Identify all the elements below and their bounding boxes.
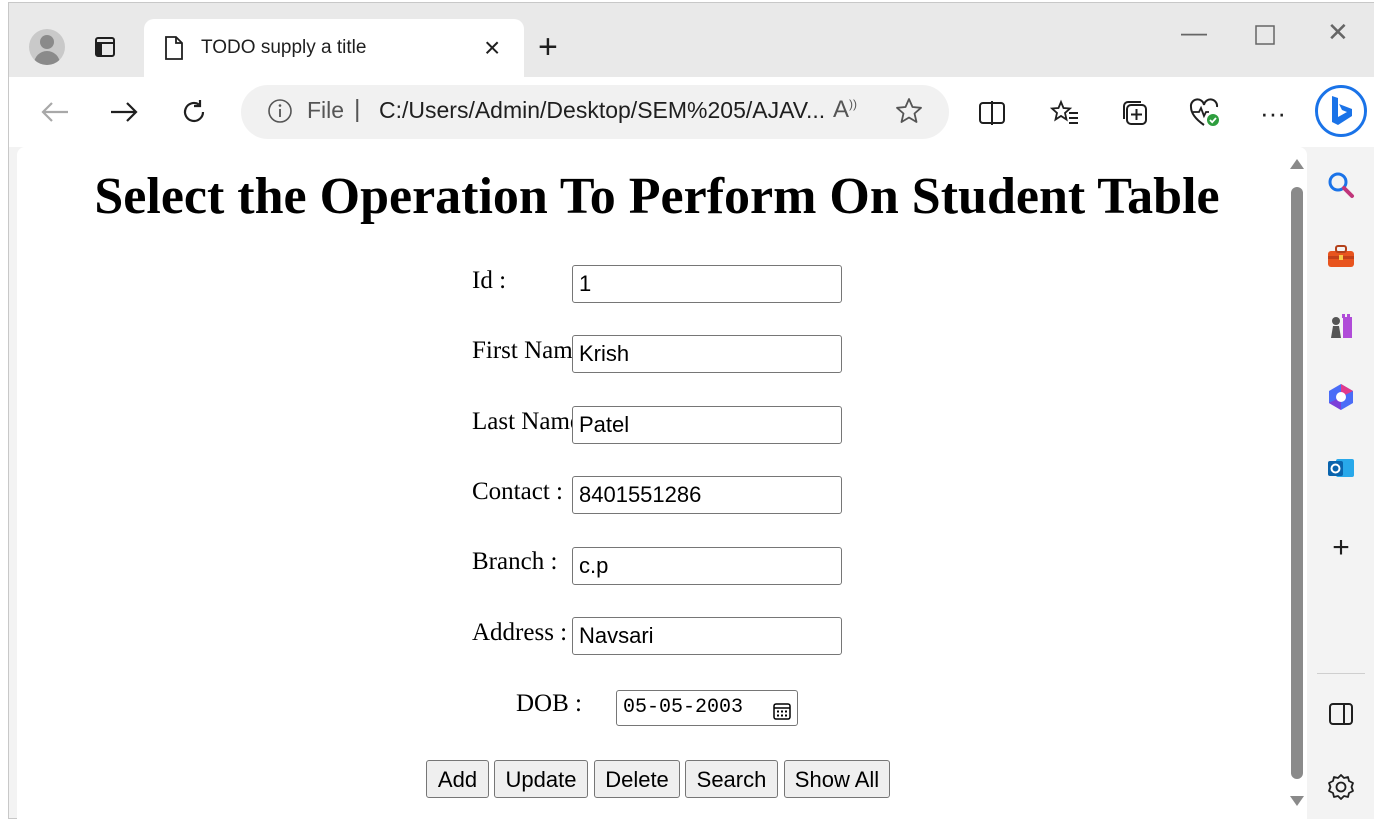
more-icon[interactable]: ···	[1257, 97, 1289, 129]
back-icon[interactable]	[37, 94, 73, 130]
bing-copilot-icon[interactable]	[1315, 85, 1367, 137]
sidebar-toggle-icon[interactable]	[1325, 698, 1357, 730]
favorites-icon[interactable]	[1049, 97, 1081, 129]
games-icon[interactable]	[1325, 310, 1357, 342]
info-icon[interactable]	[267, 98, 293, 129]
vertical-scrollbar[interactable]	[1287, 155, 1307, 815]
first-name-input[interactable]	[572, 335, 842, 373]
delete-button[interactable]: Delete	[594, 760, 680, 798]
scroll-thumb[interactable]	[1291, 187, 1303, 779]
last-name-input[interactable]	[572, 406, 842, 444]
maximize-icon[interactable]	[1255, 21, 1275, 51]
branch-label: Branch :	[472, 548, 558, 575]
microsoft365-icon[interactable]	[1325, 381, 1357, 413]
collections-icon[interactable]	[1119, 97, 1151, 129]
contact-input[interactable]	[572, 476, 842, 514]
read-aloud-icon[interactable]: A))	[833, 96, 857, 124]
branch-input[interactable]	[572, 547, 842, 585]
add-button[interactable]: Add	[426, 760, 489, 798]
profile-icon[interactable]	[29, 29, 65, 65]
tab-bar: TODO supply a title × + — ✕	[9, 3, 1374, 79]
refresh-icon[interactable]	[176, 94, 212, 130]
add-icon[interactable]: +	[1325, 531, 1357, 564]
id-input[interactable]	[572, 265, 842, 303]
dob-label: DOB :	[516, 690, 582, 717]
address-label: Address :	[472, 619, 568, 646]
close-window-icon[interactable]: ✕	[1327, 17, 1349, 47]
address-input[interactable]	[572, 617, 842, 655]
new-tab-icon[interactable]: +	[538, 29, 558, 65]
sidebar-divider	[1317, 673, 1365, 674]
calendar-icon[interactable]	[773, 699, 791, 732]
outlook-icon[interactable]	[1325, 452, 1357, 484]
address-bar[interactable]: File | C:/Users/Admin/Desktop/SEM%205/AJ…	[241, 85, 949, 139]
close-tab-icon[interactable]: ×	[484, 33, 500, 63]
dob-date-input[interactable]: 05-05-2003	[616, 690, 798, 726]
address-separator: |	[354, 95, 361, 123]
split-screen-icon[interactable]	[976, 97, 1008, 129]
url-text[interactable]: C:/Users/Admin/Desktop/SEM%205/AJAV...	[379, 97, 825, 124]
active-tab[interactable]: TODO supply a title ×	[144, 19, 524, 79]
id-label: Id :	[472, 267, 507, 294]
show-all-button[interactable]: Show All	[784, 760, 890, 798]
dob-value: 05-05-2003	[623, 696, 744, 719]
tab-actions-icon[interactable]	[94, 36, 116, 58]
favorite-star-icon[interactable]	[895, 97, 923, 130]
scheme-label: File	[307, 97, 345, 123]
update-button[interactable]: Update	[494, 760, 588, 798]
minimize-icon[interactable]: —	[1181, 17, 1207, 47]
settings-icon[interactable]	[1325, 771, 1357, 803]
page-icon	[164, 36, 184, 65]
page-viewport: Select the Operation To Perform On Stude…	[17, 147, 1307, 819]
browser-essentials-icon[interactable]	[1189, 97, 1221, 129]
browser-window: TODO supply a title × + — ✕ File | C:/Us…	[8, 2, 1374, 819]
search-icon[interactable]	[1325, 169, 1357, 201]
contact-label: Contact :	[472, 478, 563, 505]
tools-icon[interactable]	[1325, 240, 1357, 272]
scroll-up-arrow-icon[interactable]	[1290, 159, 1304, 169]
tab-title: TODO supply a title	[201, 37, 367, 58]
search-button[interactable]: Search	[685, 760, 778, 798]
edge-sidebar: +	[1307, 147, 1374, 819]
toolbar: File | C:/Users/Admin/Desktop/SEM%205/AJ…	[9, 77, 1374, 147]
scroll-down-arrow-icon[interactable]	[1290, 796, 1304, 806]
page-title: Select the Operation To Perform On Stude…	[94, 168, 1220, 225]
forward-icon[interactable]	[106, 94, 142, 130]
